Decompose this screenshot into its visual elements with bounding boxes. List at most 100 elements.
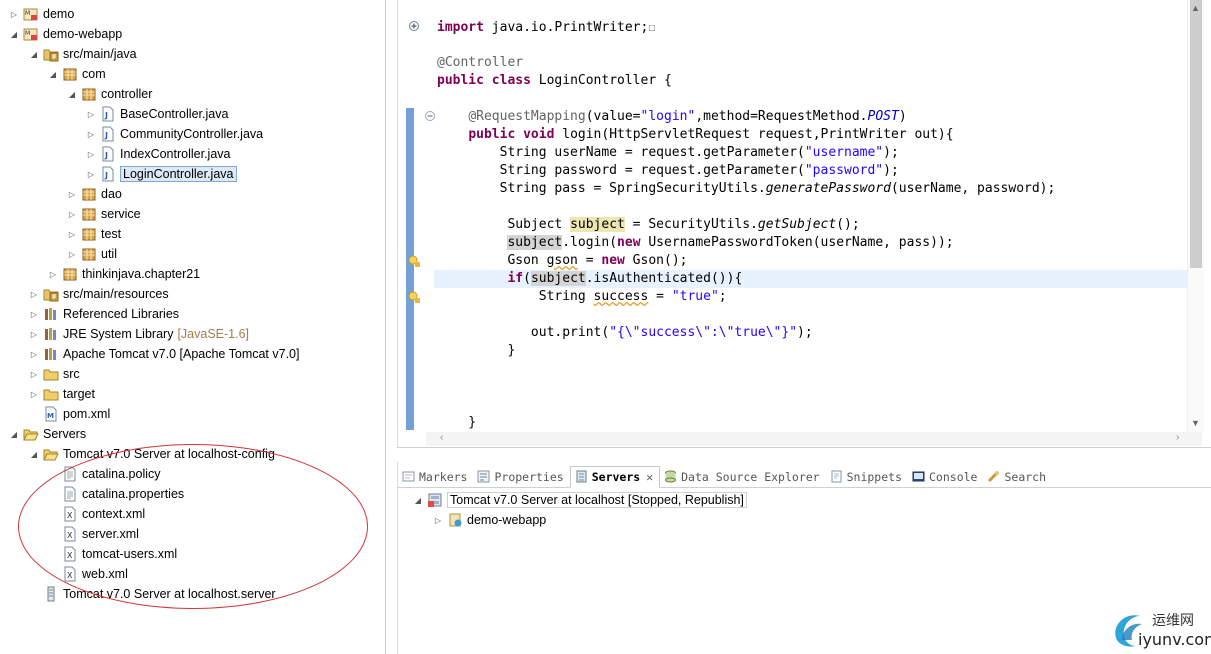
scroll-down-icon[interactable]: ▼ <box>1191 418 1200 428</box>
code-line[interactable]: public class LoginController { <box>437 72 672 90</box>
collapsed-twisty-icon[interactable]: ▷ <box>66 248 78 260</box>
collapsed-twisty-icon[interactable]: ▷ <box>28 328 40 340</box>
expanded-twisty-icon[interactable]: ◢ <box>28 448 40 460</box>
tree-item[interactable]: ▷Mpom.xml <box>28 404 110 424</box>
tree-item[interactable]: ▷ J IndexController.java <box>85 144 230 164</box>
tree-item-label: CommunityController.java <box>120 127 264 141</box>
collapsed-twisty-icon[interactable]: ▷ <box>28 388 40 400</box>
tree-item[interactable]: ◢ src/main/java <box>28 44 137 64</box>
expanded-twisty-icon[interactable]: ◢ <box>47 68 59 80</box>
code-line[interactable]: } <box>437 414 476 432</box>
tree-item[interactable]: ▷ J BaseController.java <box>85 104 228 124</box>
tab-search[interactable]: Search <box>983 466 1052 488</box>
tab-snippets[interactable]: Snippets <box>826 466 908 488</box>
tree-item[interactable]: ▷ thinkinjava.chapter21 <box>47 264 200 284</box>
tree-item[interactable]: ▷Xtomcat-users.xml <box>47 544 177 564</box>
close-tab-icon[interactable]: ✕ <box>646 470 653 484</box>
scroll-right-icon[interactable]: › <box>1176 432 1179 443</box>
code-line[interactable]: out.print("{\"success\":\"true\"}"); <box>437 324 813 342</box>
collapsed-twisty-icon[interactable]: ▷ <box>66 188 78 200</box>
tree-item[interactable]: ◢ Mdemo-webapp <box>8 24 122 44</box>
code-editor[interactable]: import java.io.PrintWriter;☐ @Controller p… <box>397 0 1211 448</box>
scroll-left-icon[interactable]: ‹ <box>440 432 443 443</box>
code-line[interactable]: subject.login(new UsernamePasswordToken(… <box>437 234 954 252</box>
code-line[interactable]: public void login(HttpServletRequest req… <box>437 126 953 144</box>
collapsed-twisty-icon[interactable]: ▷ <box>85 128 97 140</box>
collapsed-twisty-icon[interactable]: ▷ <box>28 348 40 360</box>
code-line[interactable]: } <box>437 342 515 360</box>
collapsed-twisty-icon[interactable]: ▷ <box>47 268 59 280</box>
tree-item[interactable]: ◢ Tomcat v7.0 Server at localhost-config <box>28 444 275 464</box>
collapsed-twisty-icon[interactable]: ▷ <box>28 368 40 380</box>
expand-fold-icon[interactable] <box>408 20 420 32</box>
expanded-twisty-icon[interactable]: ◢ <box>28 48 40 60</box>
collapsed-twisty-icon[interactable]: ▷ <box>8 8 20 20</box>
code-line[interactable]: String userName = request.getParameter("… <box>437 144 899 162</box>
tree-item[interactable]: ▷Tomcat v7.0 Server at localhost.server <box>28 584 276 604</box>
tree-item[interactable]: ▷catalina.properties <box>47 484 184 504</box>
code-line[interactable]: Subject subject = SecurityUtils.getSubje… <box>437 216 860 234</box>
tree-item[interactable]: ▷Xserver.xml <box>47 524 139 544</box>
module-node[interactable]: ▷ demo-webapp <box>432 510 546 530</box>
tree-item-label: BaseController.java <box>120 107 229 121</box>
collapsed-twisty-icon[interactable]: ▷ <box>85 148 97 160</box>
tab-markers[interactable]: Markers <box>398 466 473 488</box>
horizontal-scrollbar[interactable] <box>426 432 1202 446</box>
expanded-twisty-icon[interactable]: ◢ <box>66 88 78 100</box>
collapsed-twisty-icon[interactable]: ▷ <box>432 514 444 526</box>
code-line[interactable]: @Controller <box>437 54 523 72</box>
tree-item[interactable]: ◢ com <box>47 64 106 84</box>
tree-item[interactable]: ▷ Apache Tomcat v7.0 [Apache Tomcat v7.0] <box>28 344 300 364</box>
code-line[interactable]: String pass = SpringSecurityUtils.genera… <box>437 180 1056 198</box>
tree-item[interactable]: ▷ target <box>28 384 95 404</box>
collapsed-twisty-icon[interactable]: ▷ <box>28 308 40 320</box>
server-node[interactable]: ◢ Tomcat v7.0 Server at localhost [Stopp… <box>412 490 747 510</box>
tree-item[interactable]: ▷ src/main/resources <box>28 284 169 304</box>
scroll-up-icon[interactable]: ▲ <box>1191 3 1200 13</box>
tree-item[interactable]: ▷ util <box>66 244 117 264</box>
code-token: Subject <box>437 217 571 232</box>
tree-item[interactable]: ▷ Mdemo <box>8 4 74 24</box>
collapsed-twisty-icon[interactable]: ▷ <box>66 228 78 240</box>
tree-item[interactable]: ▷Xcontext.xml <box>47 504 145 524</box>
tab-servers[interactable]: Servers ✕ <box>569 465 661 488</box>
tree-item[interactable]: ▷ dao <box>66 184 122 204</box>
watermark-cn-text: 运维网 <box>1152 613 1194 629</box>
expanded-twisty-icon[interactable]: ◢ <box>8 28 20 40</box>
tree-item[interactable]: ▷catalina.policy <box>47 464 161 484</box>
tab-properties[interactable]: Properties <box>473 466 569 488</box>
tab-data-source-explorer[interactable]: Data Source Explorer <box>660 466 825 488</box>
collapsed-twisty-icon[interactable]: ▷ <box>85 168 97 180</box>
code-line[interactable]: String success = "true"; <box>437 288 727 306</box>
code-line[interactable]: String password = request.getParameter("… <box>437 162 899 180</box>
tree-item[interactable]: ▷ service <box>66 204 141 224</box>
tree-item[interactable]: ▷ src <box>28 364 80 384</box>
warning-lightbulb-icon[interactable] <box>408 255 420 267</box>
expanded-twisty-icon[interactable]: ◢ <box>412 494 424 506</box>
expanded-twisty-icon[interactable]: ◢ <box>8 428 20 440</box>
code-line[interactable]: @RequestMapping(value="login",method=Req… <box>437 108 906 126</box>
tree-item[interactable]: ▷ J CommunityController.java <box>85 124 263 144</box>
collapsed-twisty-icon[interactable]: ▷ <box>85 108 97 120</box>
svg-text:X: X <box>67 511 73 520</box>
tree-item[interactable]: ▷ test <box>66 224 121 244</box>
code-line[interactable]: Gson gson = new Gson(); <box>437 252 687 270</box>
tree-item[interactable]: ◢ controller <box>66 84 153 104</box>
tree-item-label: service <box>101 207 141 221</box>
collapsed-twisty-icon[interactable]: ▷ <box>66 208 78 220</box>
collapse-fold-icon[interactable] <box>424 110 436 122</box>
tree-item[interactable]: ▷ J LoginController.java <box>85 164 237 184</box>
tree-item[interactable]: ▷ JRE System Library [JavaSE-1.6] <box>28 324 249 344</box>
code-line[interactable]: if(subject.isAuthenticated()){ <box>437 270 742 288</box>
vertical-scroll-thumb[interactable] <box>1190 0 1202 268</box>
tree-item[interactable]: ▷ Referenced Libraries <box>28 304 179 324</box>
tab-console[interactable]: Console <box>908 466 983 488</box>
tree-item[interactable]: ▷Xweb.xml <box>47 564 128 584</box>
code-line[interactable]: import java.io.PrintWriter;☐ <box>437 18 656 36</box>
warning-lightbulb-icon[interactable] <box>408 291 420 303</box>
svg-text:X: X <box>67 551 73 560</box>
code-token: out.print( <box>437 325 610 340</box>
tree-item[interactable]: ◢ Servers <box>8 424 86 444</box>
collapsed-twisty-icon[interactable]: ▷ <box>28 288 40 300</box>
tree-item-label: Tomcat v7.0 Server at localhost.server <box>63 587 276 601</box>
